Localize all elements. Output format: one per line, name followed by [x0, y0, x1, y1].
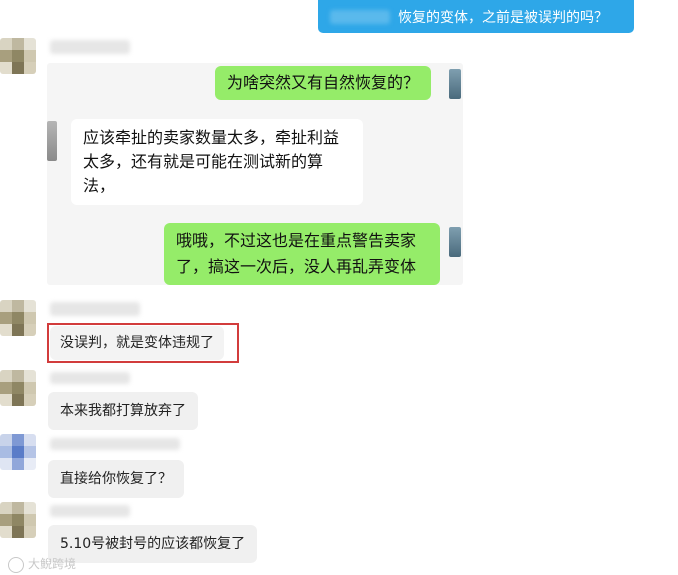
outgoing-message[interactable]: 恢复的变体，之前是被误判的吗？	[318, 0, 634, 33]
avatar	[449, 69, 461, 99]
incoming-message[interactable]: 没误判，就是变体违规了	[50, 326, 224, 360]
message-text: 5.10号被封号的应该都恢复了	[60, 536, 246, 552]
message-text: 直接给你恢复了？	[60, 471, 172, 487]
contact-avatar[interactable]	[0, 300, 36, 336]
watermark: 大鲵跨境	[8, 555, 76, 573]
embedded-chat-screenshot: 为啥突然又有自然恢复的？ 应该牵扯的卖家数量太多，牵扯利益太多，还有就是可能在测…	[47, 63, 463, 285]
avatar	[47, 121, 57, 161]
message-text: 应该牵扯的卖家数量太多，牵扯利益太多，还有就是可能在测试新的算法，	[83, 128, 340, 195]
blurred-name	[50, 438, 180, 450]
message-text: 没误判，就是变体违规了	[60, 335, 214, 351]
white-bubble: 应该牵扯的卖家数量太多，牵扯利益太多，还有就是可能在测试新的算法，	[71, 119, 363, 205]
contact-avatar[interactable]	[0, 38, 36, 74]
green-bubble: 为啥突然又有自然恢复的？	[215, 66, 432, 100]
message-text: 哦哦，不过这也是在重点警告卖家了，搞这一次后，没人再乱弄变体	[176, 231, 417, 276]
blurred-name	[50, 302, 140, 316]
incoming-message[interactable]: 本来我都打算放弃了	[48, 392, 198, 430]
green-bubble: 哦哦，不过这也是在重点警告卖家了，搞这一次后，没人再乱弄变体	[164, 223, 440, 285]
watermark-text: 大鲵跨境	[28, 557, 77, 571]
message-text: 为啥突然又有自然恢复的？	[227, 73, 420, 92]
contact-avatar[interactable]	[0, 370, 36, 406]
blurred-name	[50, 40, 130, 54]
message-text: 恢复的变体，之前是被误判的吗？	[398, 10, 608, 26]
message-text: 本来我都打算放弃了	[60, 403, 186, 419]
contact-avatar[interactable]	[0, 502, 36, 538]
watermark-logo-icon	[8, 556, 24, 573]
avatar	[449, 227, 461, 257]
incoming-message[interactable]: 5.10号被封号的应该都恢复了	[48, 525, 258, 563]
incoming-message[interactable]: 直接给你恢复了？	[48, 460, 184, 498]
blurred-name	[50, 372, 130, 384]
blurred-name	[330, 10, 390, 24]
blurred-name	[50, 505, 130, 517]
contact-avatar[interactable]	[0, 434, 36, 470]
